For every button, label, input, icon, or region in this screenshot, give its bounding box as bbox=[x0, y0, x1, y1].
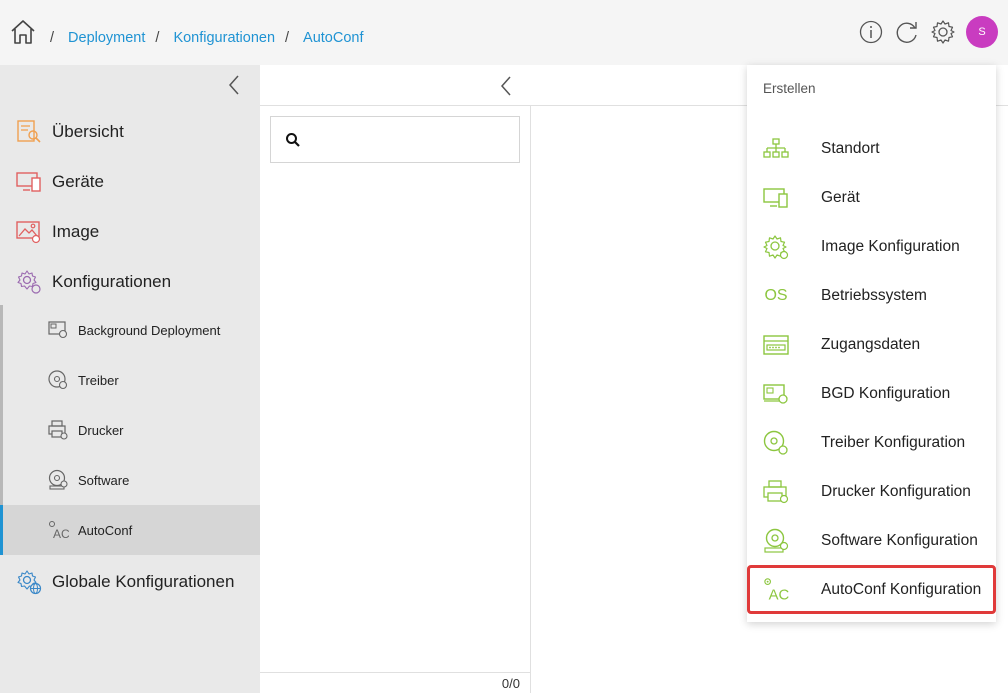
menu-item-autoconf-konfiguration[interactable]: AC AutoConf Konfiguration bbox=[747, 565, 996, 614]
background-deployment-icon bbox=[47, 319, 69, 341]
breadcrumb-konfigurationen[interactable]: Konfigurationen bbox=[173, 30, 275, 46]
sidebar-item-label: Konfigurationen bbox=[52, 272, 172, 291]
menu-item-label: AutoConf Konfiguration bbox=[821, 580, 982, 598]
menu-item-zugangsdaten[interactable]: Zugangsdaten bbox=[747, 320, 996, 369]
config-gears-icon bbox=[16, 269, 42, 295]
bgd-config-icon bbox=[763, 381, 789, 407]
menu-header: Erstellen bbox=[763, 81, 816, 96]
printer-config-icon bbox=[763, 479, 789, 505]
item-count: 0/0 bbox=[501, 676, 520, 691]
credentials-icon bbox=[763, 332, 789, 358]
create-dropdown-menu: Erstellen Standort Gerät Image Konfigura… bbox=[747, 65, 996, 622]
header-actions: S bbox=[858, 16, 998, 48]
search-input[interactable] bbox=[270, 116, 520, 163]
sidebar-subitem-background-deployment[interactable]: Background Deployment bbox=[0, 305, 260, 355]
list-divider bbox=[530, 106, 531, 693]
software-disc-icon bbox=[47, 469, 69, 491]
sidebar-subitem-label: Treiber bbox=[78, 372, 119, 388]
menu-item-geraet[interactable]: Gerät bbox=[747, 173, 996, 222]
sidebar-item-globale-konfigurationen[interactable]: Globale Konfigurationen bbox=[0, 562, 260, 602]
sidebar-subitem-label: AutoConf bbox=[78, 522, 133, 538]
menu-item-label: Betriebssystem bbox=[821, 286, 927, 304]
top-header: / Deployment / Konfigurationen / AutoCon… bbox=[0, 0, 1008, 65]
settings-gear-icon[interactable] bbox=[930, 19, 956, 45]
breadcrumb-deployment[interactable]: Deployment bbox=[68, 30, 145, 46]
breadcrumb-autoconf[interactable]: AutoConf bbox=[303, 30, 363, 46]
menu-item-bgd-konfiguration[interactable]: BGD Konfiguration bbox=[747, 369, 996, 418]
menu-item-image-konfiguration[interactable]: Image Konfiguration bbox=[747, 222, 996, 271]
menu-item-standort[interactable]: Standort bbox=[747, 124, 996, 173]
os-icon: OS bbox=[764, 286, 788, 304]
sidebar-item-konfigurationen[interactable]: Konfigurationen bbox=[0, 262, 260, 302]
list-footer: 0/0 bbox=[260, 672, 530, 693]
devices-icon bbox=[16, 169, 42, 195]
sidebar: Übersicht Geräte Image Konfigurationen B… bbox=[0, 65, 260, 693]
menu-item-software-konfiguration[interactable]: Software Konfiguration bbox=[747, 516, 996, 565]
menu-item-label: Gerät bbox=[821, 188, 860, 206]
menu-item-label: Treiber Konfiguration bbox=[821, 433, 966, 451]
sidebar-item-label: Globale Konfigurationen bbox=[52, 572, 235, 591]
sidebar-subitem-software[interactable]: Software bbox=[0, 455, 260, 505]
image-config-gear-icon bbox=[763, 234, 789, 260]
breadcrumb-separator: / bbox=[50, 30, 55, 46]
sidebar-subitem-label: Background Deployment bbox=[78, 322, 221, 338]
refresh-icon[interactable] bbox=[894, 19, 920, 45]
sidebar-subitem-label: Drucker bbox=[78, 422, 124, 438]
sidebar-subitem-treiber[interactable]: Treiber bbox=[0, 355, 260, 405]
menu-item-label: BGD Konfiguration bbox=[821, 384, 951, 402]
autoconf-icon-text: AC bbox=[769, 587, 789, 603]
breadcrumb: / Deployment / Konfigurationen / AutoCon… bbox=[50, 30, 374, 46]
sidebar-item-geraete[interactable]: Geräte bbox=[0, 162, 260, 202]
menu-item-label: Software Konfiguration bbox=[821, 531, 978, 549]
home-icon[interactable] bbox=[10, 19, 36, 45]
user-avatar[interactable]: S bbox=[966, 16, 998, 48]
overview-icon bbox=[16, 119, 42, 145]
menu-item-betriebssystem[interactable]: OS Betriebssystem bbox=[747, 271, 996, 320]
menu-item-treiber-konfiguration[interactable]: Treiber Konfiguration bbox=[747, 418, 996, 467]
info-icon[interactable] bbox=[858, 19, 884, 45]
autoconf-icon: AC bbox=[47, 519, 70, 541]
globe-gear-icon bbox=[16, 569, 42, 595]
device-icon bbox=[763, 185, 789, 211]
software-config-icon bbox=[763, 528, 789, 554]
sidebar-item-image[interactable]: Image bbox=[0, 212, 260, 252]
chevron-left-icon[interactable] bbox=[226, 73, 242, 97]
sidebar-subitem-drucker[interactable]: Drucker bbox=[0, 405, 260, 455]
sidebar-item-label: Geräte bbox=[52, 172, 104, 191]
menu-item-label: Image Konfiguration bbox=[821, 237, 960, 255]
sidebar-subitem-label: Software bbox=[78, 472, 130, 488]
driver-config-icon bbox=[763, 430, 789, 456]
sidebar-subitem-autoconf[interactable]: AC AutoConf bbox=[0, 505, 260, 555]
chevron-left-icon[interactable] bbox=[498, 74, 514, 98]
sidebar-item-label: Image bbox=[52, 222, 100, 241]
image-icon bbox=[16, 219, 42, 245]
menu-item-label: Zugangsdaten bbox=[821, 335, 921, 353]
svg-text:AC: AC bbox=[53, 527, 69, 541]
org-chart-icon bbox=[763, 136, 789, 162]
breadcrumb-separator: / bbox=[285, 30, 290, 46]
menu-item-label: Standort bbox=[821, 139, 880, 157]
sidebar-item-label: Übersicht bbox=[52, 122, 124, 141]
breadcrumb-separator: / bbox=[155, 30, 160, 46]
menu-item-label: Drucker Konfiguration bbox=[821, 482, 971, 500]
menu-item-drucker-konfiguration[interactable]: Drucker Konfiguration bbox=[747, 467, 996, 516]
sidebar-item-uebersicht[interactable]: Übersicht bbox=[0, 112, 260, 152]
printer-icon bbox=[47, 419, 69, 441]
driver-disc-icon bbox=[47, 369, 69, 391]
search-icon bbox=[285, 132, 301, 148]
autoconf-config-icon: AC bbox=[763, 577, 789, 603]
